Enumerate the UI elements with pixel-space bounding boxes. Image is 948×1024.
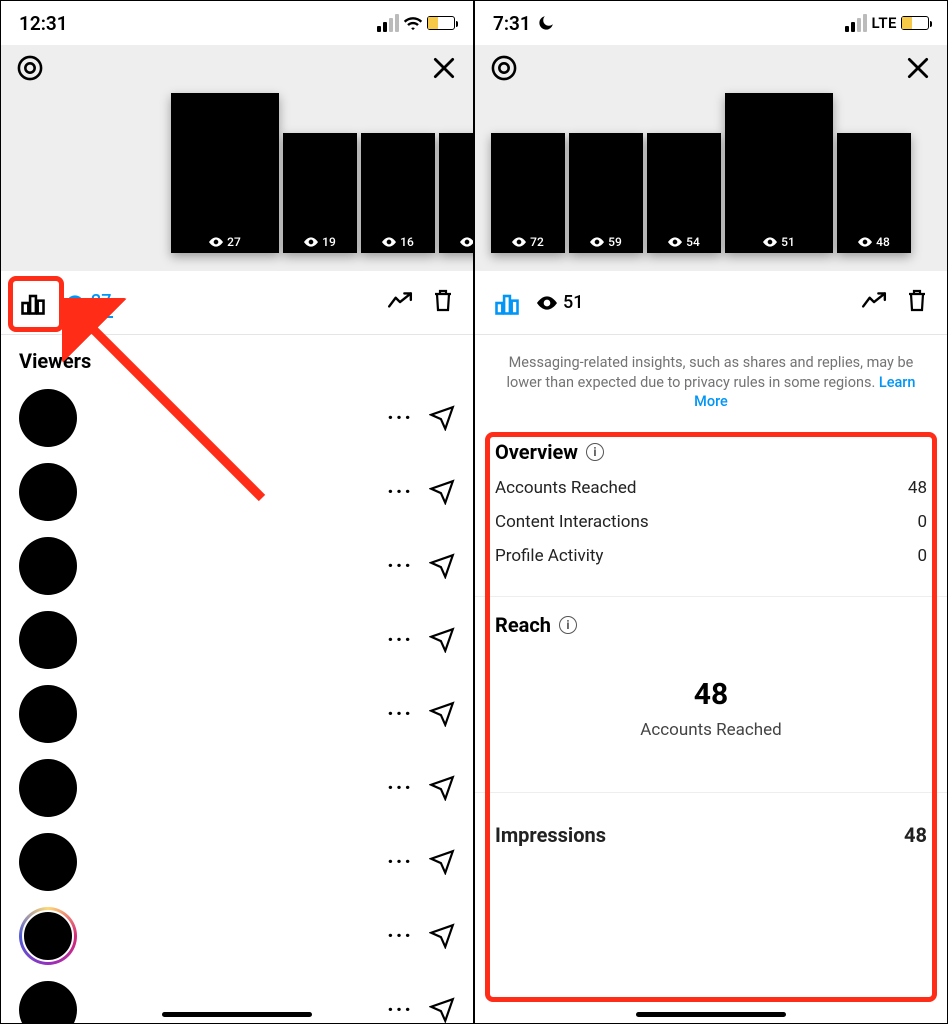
send-icon[interactable] <box>429 997 455 1023</box>
more-icon[interactable]: ··· <box>387 628 413 653</box>
story-thumbnail-strip[interactable]: 72 59 54 51 48 <box>491 87 947 261</box>
viewer-row: ··· <box>19 529 455 603</box>
more-icon[interactable]: ··· <box>387 702 413 727</box>
signal-icon <box>845 14 867 32</box>
story-thumbnail[interactable]: 51 <box>725 93 833 253</box>
avatar[interactable] <box>19 981 77 1024</box>
impressions-section: Impressions 48 <box>475 793 947 877</box>
viewers-tab[interactable]: 27 <box>63 287 113 318</box>
do-not-disturb-icon <box>537 14 555 32</box>
battery-icon <box>427 16 455 30</box>
close-icon[interactable] <box>903 53 933 83</box>
overview-row[interactable]: Accounts Reached 48 <box>495 478 927 498</box>
overview-section: Overview i Accounts Reached 48 Content I… <box>475 424 947 597</box>
close-icon[interactable] <box>429 53 459 83</box>
reach-section: Reach i 48 Accounts Reached <box>475 597 947 793</box>
insights-tabbar: 51 <box>475 271 947 335</box>
story-thumbnail[interactable]: 27 <box>171 93 279 253</box>
info-icon[interactable]: i <box>586 443 604 461</box>
more-icon[interactable]: ··· <box>387 924 413 949</box>
overview-row[interactable]: Content Interactions 0 <box>495 512 927 532</box>
story-thumbnail-strip[interactable]: 27 19 16 14 <box>171 87 473 261</box>
story-thumbnail[interactable]: 48 <box>837 133 911 253</box>
impressions-value: 48 <box>904 823 927 847</box>
send-icon[interactable] <box>429 849 455 875</box>
more-icon[interactable]: ··· <box>387 480 413 505</box>
more-icon[interactable]: ··· <box>387 776 413 801</box>
insights-tabbar: 27 <box>1 271 473 335</box>
more-icon[interactable]: ··· <box>387 850 413 875</box>
wifi-icon <box>403 15 423 31</box>
viewer-row: ··· <box>19 899 455 973</box>
overview-heading: Overview <box>495 440 578 464</box>
avatar[interactable] <box>19 611 77 669</box>
status-bar: 12:31 <box>1 1 473 45</box>
viewers-tab[interactable]: 51 <box>537 292 583 313</box>
settings-gear-icon[interactable] <box>489 53 519 83</box>
reach-value: 48 <box>495 677 927 712</box>
viewers-section: Viewers ··· ··· ··· ··· ··· ··· <box>1 335 473 1024</box>
story-thumbnail[interactable]: 72 <box>491 133 565 253</box>
more-icon[interactable]: ··· <box>387 554 413 579</box>
signal-icon <box>377 14 399 32</box>
avatar[interactable] <box>19 463 77 521</box>
avatar[interactable] <box>19 907 77 965</box>
send-icon[interactable] <box>429 701 455 727</box>
avatar[interactable] <box>19 833 77 891</box>
story-thumbnail[interactable]: 16 <box>361 133 435 253</box>
story-thumbnail[interactable]: 54 <box>647 133 721 253</box>
privacy-note: Messaging-related insights, such as shar… <box>475 335 947 424</box>
activity-icon[interactable] <box>861 291 887 315</box>
right-screenshot: 7:31 LTE 72 59 54 51 48 <box>474 0 948 1024</box>
viewer-row: ··· <box>19 455 455 529</box>
viewer-row: ··· <box>19 825 455 899</box>
send-icon[interactable] <box>429 775 455 801</box>
story-thumbnail[interactable]: 19 <box>283 133 357 253</box>
insights-chart-icon[interactable] <box>19 289 47 317</box>
insights-chart-icon[interactable] <box>493 289 521 317</box>
left-screenshot: 12:31 27 19 <box>0 0 474 1024</box>
avatar[interactable] <box>19 759 77 817</box>
status-bar: 7:31 LTE <box>475 1 947 45</box>
viewer-row: ··· <box>19 677 455 751</box>
avatar[interactable] <box>19 537 77 595</box>
send-icon[interactable] <box>429 553 455 579</box>
viewer-row: ··· <box>19 381 455 455</box>
reach-sublabel: Accounts Reached <box>495 720 927 740</box>
network-type: LTE <box>871 14 897 32</box>
impressions-label: Impressions <box>495 823 606 847</box>
home-indicator[interactable] <box>162 1012 312 1017</box>
send-icon[interactable] <box>429 479 455 505</box>
status-time: 12:31 <box>19 12 68 35</box>
delete-icon[interactable] <box>431 288 455 318</box>
viewer-row: ··· <box>19 603 455 677</box>
home-indicator[interactable] <box>636 1012 786 1017</box>
more-icon[interactable]: ··· <box>387 998 413 1023</box>
send-icon[interactable] <box>429 627 455 653</box>
battery-icon <box>901 16 929 30</box>
info-icon[interactable]: i <box>559 616 577 634</box>
viewers-heading: Viewers <box>19 349 455 373</box>
avatar[interactable] <box>19 685 77 743</box>
status-time: 7:31 <box>493 12 531 35</box>
viewer-row: ··· <box>19 751 455 825</box>
send-icon[interactable] <box>429 405 455 431</box>
delete-icon[interactable] <box>905 288 929 318</box>
overview-row[interactable]: Profile Activity 0 <box>495 546 927 566</box>
settings-gear-icon[interactable] <box>15 53 45 83</box>
activity-icon[interactable] <box>387 291 413 315</box>
reach-heading: Reach <box>495 613 551 637</box>
send-icon[interactable] <box>429 923 455 949</box>
avatar[interactable] <box>19 389 77 447</box>
story-thumbnail[interactable]: 59 <box>569 133 643 253</box>
story-thumbnail[interactable]: 14 <box>439 133 474 253</box>
more-icon[interactable]: ··· <box>387 406 413 431</box>
